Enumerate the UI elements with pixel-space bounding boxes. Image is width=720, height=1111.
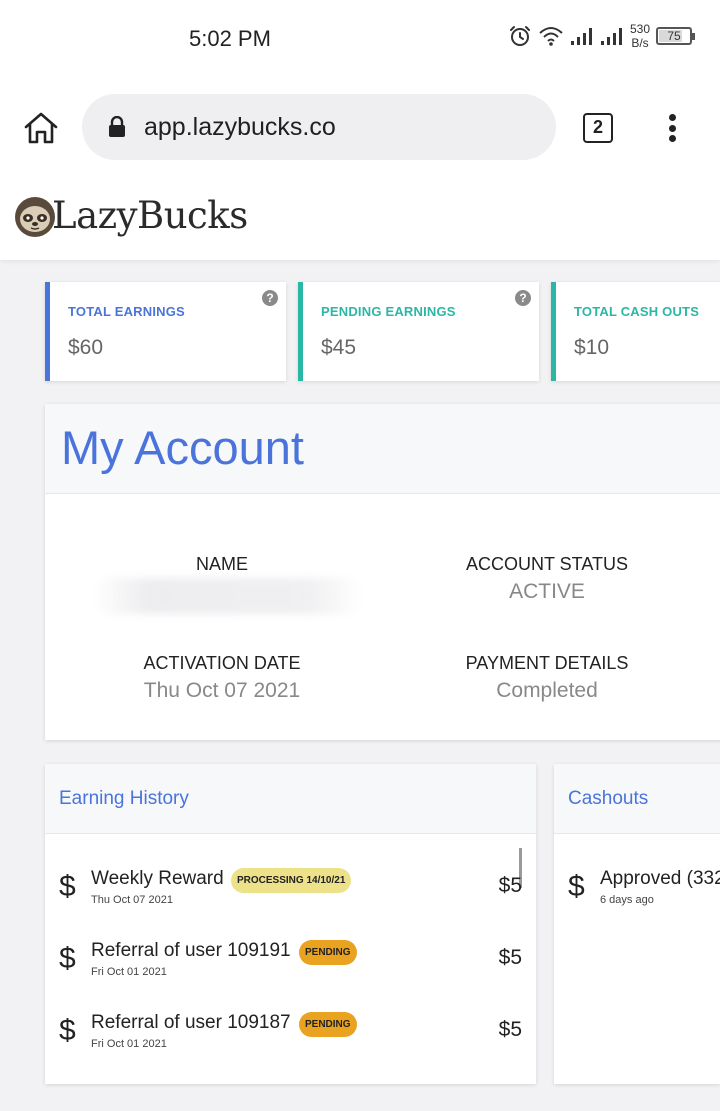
payment-details-label: PAYMENT DETAILS xyxy=(465,653,629,673)
site-header: LazyBucks xyxy=(0,180,720,260)
status-badge: PROCESSING 14/10/21 xyxy=(231,868,352,893)
stat-card-total-cash-outs: TOTAL CASH OUTS $10 xyxy=(551,282,720,381)
status-icons: 530 B/s 75 xyxy=(508,22,695,50)
network-speed: 530 B/s xyxy=(630,22,650,50)
earning-history-panel: Earning History $ Weekly Reward Thu Oct … xyxy=(45,764,536,1084)
item-title: Weekly Reward xyxy=(91,868,224,889)
status-time: 5:02 PM xyxy=(189,26,271,51)
network-speed-value: 530 xyxy=(629,22,650,36)
status-bar: 5:02 PM 530 B/s 75 xyxy=(0,0,720,76)
name-value-redacted xyxy=(93,578,363,614)
site-logo[interactable]: LazyBucks xyxy=(52,194,248,237)
stat-card-pending-earnings: PENDING EARNINGS $45 ? xyxy=(298,282,539,381)
earning-history-header: Earning History xyxy=(45,764,536,834)
cashouts-header: Cashouts xyxy=(554,764,720,834)
stat-card-total-earnings: TOTAL EARNINGS $60 ? xyxy=(45,282,286,381)
cashouts-title: Cashouts xyxy=(568,788,649,809)
lock-icon xyxy=(109,116,125,137)
account-status-value: ACTIVE xyxy=(509,580,585,603)
more-vert-icon[interactable] xyxy=(662,110,682,146)
help-icon[interactable]: ? xyxy=(262,290,278,306)
stat-value: $60 xyxy=(68,336,104,359)
dollar-icon: $ xyxy=(59,1014,76,1047)
item-date: Fri Oct 01 2021 xyxy=(91,966,167,978)
help-icon[interactable]: ? xyxy=(515,290,531,306)
stat-value: $45 xyxy=(321,336,357,359)
item-title: Approved (332 xyxy=(600,868,720,889)
status-badge: PENDING xyxy=(299,1012,357,1037)
dollar-icon: $ xyxy=(568,870,585,903)
tabs-icon[interactable]: 2 xyxy=(583,113,613,143)
item-date: 6 days ago xyxy=(600,894,654,906)
browser-toolbar: app.lazybucks.co 2 xyxy=(0,76,720,180)
list-item[interactable]: $ Approved (332 6 days ago xyxy=(554,862,720,924)
stat-label: TOTAL EARNINGS xyxy=(68,304,185,319)
list-item[interactable]: $ Weekly Reward Thu Oct 07 2021 PROCESSI… xyxy=(45,862,536,924)
account-status-label: ACCOUNT STATUS xyxy=(465,554,628,574)
home-icon[interactable] xyxy=(22,110,60,146)
stat-value: $10 xyxy=(574,336,610,359)
activation-date-label: ACTIVATION DATE xyxy=(143,653,301,673)
item-title: Referral of user 109191 xyxy=(91,940,291,961)
address-bar[interactable]: app.lazybucks.co xyxy=(82,94,556,160)
wifi-icon xyxy=(539,27,563,46)
signal-icon xyxy=(600,28,622,45)
stat-label: TOTAL CASH OUTS xyxy=(574,304,700,319)
account-header: My Account xyxy=(45,404,720,494)
payment-details-value: Completed xyxy=(496,679,598,702)
item-amount: $5 xyxy=(498,874,522,897)
url-text[interactable]: app.lazybucks.co xyxy=(144,113,336,142)
network-speed-unit: B/s xyxy=(631,36,649,50)
battery-level: 75 xyxy=(667,29,681,43)
item-amount: $5 xyxy=(498,946,522,969)
status-badge: PENDING xyxy=(299,940,357,965)
earning-history-title: Earning History xyxy=(59,788,189,809)
dollar-icon: $ xyxy=(59,870,76,903)
item-date: Fri Oct 01 2021 xyxy=(91,1038,167,1050)
list-item[interactable]: $ Referral of user 109187 Fri Oct 01 202… xyxy=(45,1006,536,1068)
account-panel: My Account NAME ACCOUNT STATUS ACTIVE AC… xyxy=(45,404,720,740)
item-amount: $5 xyxy=(498,1018,522,1041)
item-date: Thu Oct 07 2021 xyxy=(91,894,173,906)
item-title: Referral of user 109187 xyxy=(91,1012,291,1033)
cashouts-panel: Cashouts $ Approved (332 6 days ago xyxy=(554,764,720,1084)
stat-label: PENDING EARNINGS xyxy=(321,304,456,319)
page-title: My Account xyxy=(61,421,304,474)
alarm-icon xyxy=(509,26,530,46)
list-item[interactable]: $ Referral of user 109191 Fri Oct 01 202… xyxy=(45,934,536,996)
activation-date-value: Thu Oct 07 2021 xyxy=(143,679,301,702)
signal-icon xyxy=(570,28,592,45)
battery-icon: 75 xyxy=(656,27,695,45)
dollar-icon: $ xyxy=(59,942,76,975)
name-label: NAME xyxy=(195,554,248,574)
